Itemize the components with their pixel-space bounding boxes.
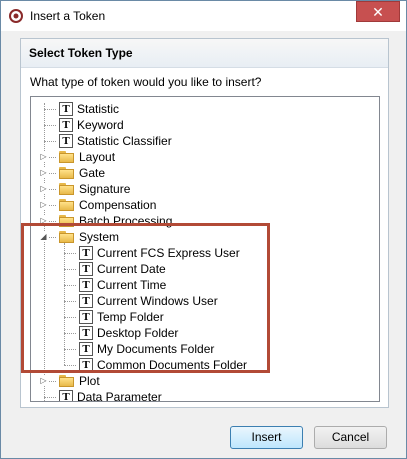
- tree-guide-line: [44, 397, 56, 398]
- question-label: What type of token would you like to ins…: [30, 75, 262, 89]
- token-icon: T: [59, 134, 73, 148]
- window-title: Insert a Token: [30, 9, 106, 23]
- tree-item[interactable]: T Keyword: [59, 117, 124, 133]
- tree-guide-line: [44, 125, 56, 126]
- folder-icon: [59, 199, 75, 211]
- tree-item-label: Compensation: [79, 198, 157, 212]
- tree-item[interactable]: Plot: [59, 373, 100, 389]
- group-header: Select Token Type: [21, 39, 388, 68]
- dialog-window: Insert a Token ✕ Select Token Type What …: [0, 0, 407, 459]
- highlight-box: [21, 223, 270, 373]
- folder-icon: [59, 151, 75, 163]
- folder-icon: [59, 167, 75, 179]
- tree-item-label: Gate: [79, 166, 106, 180]
- expand-arrow-icon[interactable]: ▷: [39, 152, 48, 161]
- token-icon: T: [59, 102, 73, 116]
- tree-item-label: Layout: [79, 150, 116, 164]
- folder-icon: [59, 375, 75, 387]
- expand-arrow-icon[interactable]: ▷: [39, 168, 48, 177]
- tree-guide-line: [44, 109, 56, 110]
- app-icon: [9, 9, 23, 23]
- tree-item-label: Signature: [79, 182, 131, 196]
- insert-button[interactable]: Insert: [230, 426, 303, 449]
- token-icon: T: [59, 118, 73, 132]
- group-title: Select Token Type: [29, 46, 133, 60]
- tree-item[interactable]: Gate: [59, 165, 105, 181]
- expand-arrow-icon[interactable]: ▷: [39, 184, 48, 193]
- tree-item[interactable]: T Statistic: [59, 101, 119, 117]
- tree-item-label: Keyword: [77, 118, 124, 132]
- cancel-button[interactable]: Cancel: [314, 426, 387, 449]
- expand-arrow-icon[interactable]: ▷: [39, 200, 48, 209]
- token-icon: T: [59, 390, 73, 401]
- close-button[interactable]: ✕: [356, 1, 400, 22]
- expand-arrow-icon[interactable]: ▷: [39, 376, 48, 385]
- tree-item[interactable]: Signature: [59, 181, 130, 197]
- tree-item[interactable]: T Data Parameter: [59, 389, 162, 402]
- tree-item[interactable]: Compensation: [59, 197, 156, 213]
- tree-item[interactable]: Layout: [59, 149, 115, 165]
- tree-guide-line: [44, 141, 56, 142]
- tree-item-label: Statistic Classifier: [77, 134, 172, 148]
- tree-item-label: Data Parameter: [77, 390, 162, 402]
- tree-item[interactable]: T Statistic Classifier: [59, 133, 172, 149]
- folder-icon: [59, 183, 75, 195]
- title-bar[interactable]: Insert a Token ✕: [1, 1, 406, 31]
- tree-item-label: Plot: [79, 374, 100, 388]
- tree-item-label: Statistic: [77, 102, 120, 116]
